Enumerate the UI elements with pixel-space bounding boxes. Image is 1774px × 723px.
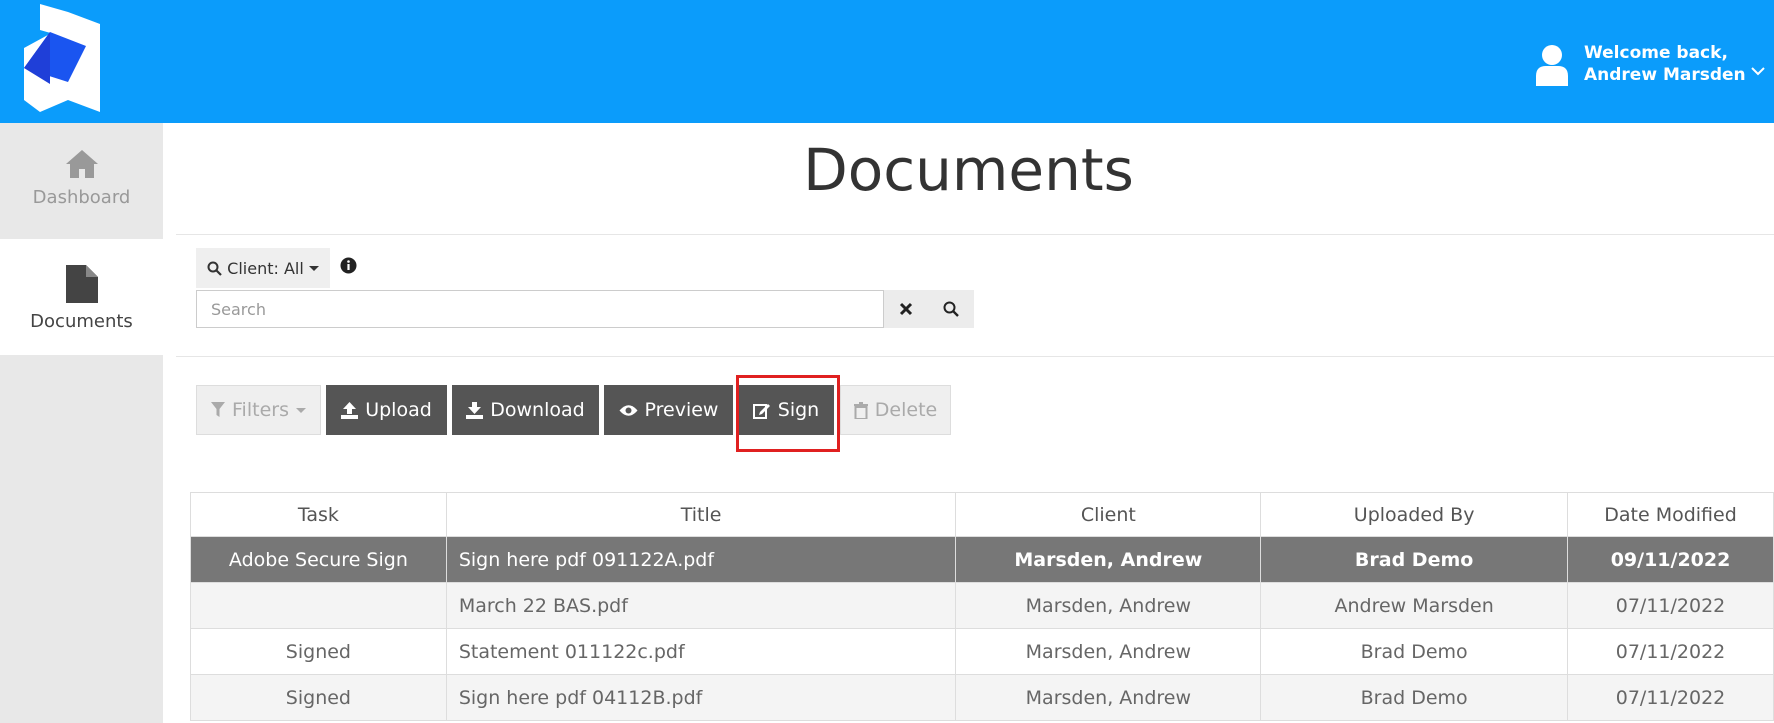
- delete-button[interactable]: Delete: [840, 385, 951, 435]
- title-cell: Statement 011122c.pdf: [445, 628, 957, 675]
- search-icon: [207, 261, 222, 276]
- client-filter-label: Client: All: [227, 258, 304, 278]
- table-row[interactable]: Adobe Secure Sign Sign here pdf 091122A.…: [190, 536, 1774, 583]
- table-row[interactable]: Signed Statement 011122c.pdf Marsden, An…: [190, 628, 1774, 675]
- date-modified-cell: 07/11/2022: [1567, 674, 1774, 721]
- uploaded-by-cell: Brad Demo: [1260, 628, 1569, 675]
- user-name: Andrew Marsden: [1584, 65, 1746, 85]
- search-button[interactable]: [928, 290, 974, 328]
- date-modified-cell: 07/11/2022: [1567, 628, 1774, 675]
- client-cell: Marsden, Andrew: [955, 628, 1262, 675]
- date-modified-cell: 07/11/2022: [1567, 582, 1774, 629]
- upload-label: Upload: [365, 399, 432, 421]
- client-cell: Marsden, Andrew: [955, 674, 1262, 721]
- title-cell: Sign here pdf 04112B.pdf: [445, 674, 957, 721]
- app-logo[interactable]: [22, 2, 102, 122]
- sign-highlight-box: [736, 375, 840, 452]
- chevron-down-icon[interactable]: [1750, 66, 1766, 76]
- upload-icon: [341, 401, 359, 419]
- close-icon: [899, 302, 913, 316]
- welcome-text: Welcome back, Andrew Marsden: [1584, 42, 1746, 86]
- uploaded-by-cell: Brad Demo: [1260, 536, 1569, 583]
- task-cell: [190, 582, 447, 629]
- caret-down-icon: [295, 407, 306, 413]
- top-header: Welcome back, Andrew Marsden: [0, 0, 1774, 123]
- trash-icon: [853, 401, 868, 419]
- column-header-title[interactable]: Title: [445, 492, 957, 537]
- table-row[interactable]: March 22 BAS.pdf Marsden, Andrew Andrew …: [190, 582, 1774, 629]
- divider: [176, 234, 1774, 235]
- column-header-date-modified[interactable]: Date Modified: [1567, 492, 1774, 537]
- column-header-uploaded-by[interactable]: Uploaded By: [1260, 492, 1569, 537]
- client-cell: Marsden, Andrew: [955, 536, 1262, 583]
- date-modified-cell: 09/11/2022: [1567, 536, 1774, 583]
- preview-button[interactable]: Preview: [604, 385, 733, 435]
- column-header-task[interactable]: Task: [190, 492, 447, 537]
- caret-down-icon: [308, 265, 319, 271]
- title-cell: March 22 BAS.pdf: [445, 582, 957, 629]
- filter-icon: [211, 402, 226, 417]
- welcome-greeting: Welcome back,: [1584, 43, 1728, 63]
- uploaded-by-cell: Andrew Marsden: [1260, 582, 1569, 629]
- document-icon: [65, 265, 98, 303]
- preview-label: Preview: [644, 399, 719, 421]
- task-cell: Adobe Secure Sign: [190, 536, 447, 583]
- task-cell: Signed: [190, 628, 447, 675]
- documents-table: Task Title Client Uploaded By Date Modif…: [190, 492, 1774, 721]
- sidebar-item-documents[interactable]: Documents: [0, 239, 163, 355]
- user-avatar-icon: [1536, 45, 1568, 86]
- sidebar: Dashboard Documents: [0, 123, 163, 723]
- delete-label: Delete: [874, 399, 938, 421]
- download-label: Download: [490, 399, 585, 421]
- home-icon: [65, 150, 98, 178]
- clear-search-button[interactable]: [884, 290, 928, 328]
- info-icon[interactable]: [340, 257, 357, 274]
- title-cell: Sign here pdf 091122A.pdf: [445, 536, 957, 583]
- download-icon: [466, 401, 484, 419]
- table-row[interactable]: Signed Sign here pdf 04112B.pdf Marsden,…: [190, 674, 1774, 721]
- search-icon: [943, 301, 959, 317]
- sidebar-item-dashboard[interactable]: Dashboard: [0, 123, 163, 239]
- filters-label: Filters: [232, 399, 289, 421]
- upload-button[interactable]: Upload: [326, 385, 447, 435]
- client-filter-dropdown[interactable]: Client: All: [196, 248, 330, 288]
- sidebar-item-label: Documents: [30, 311, 133, 332]
- download-button[interactable]: Download: [452, 385, 599, 435]
- filters-button[interactable]: Filters: [196, 385, 321, 435]
- divider: [176, 356, 1774, 357]
- user-menu[interactable]: Welcome back, Andrew Marsden: [1534, 36, 1774, 96]
- page-title: Documents: [803, 136, 1134, 204]
- client-cell: Marsden, Andrew: [955, 582, 1262, 629]
- column-header-client[interactable]: Client: [955, 492, 1262, 537]
- eye-icon: [619, 404, 638, 416]
- search-input[interactable]: [196, 290, 884, 328]
- uploaded-by-cell: Brad Demo: [1260, 674, 1569, 721]
- table-header-row: Task Title Client Uploaded By Date Modif…: [190, 492, 1774, 537]
- task-cell: Signed: [190, 674, 447, 721]
- sidebar-item-label: Dashboard: [32, 187, 131, 208]
